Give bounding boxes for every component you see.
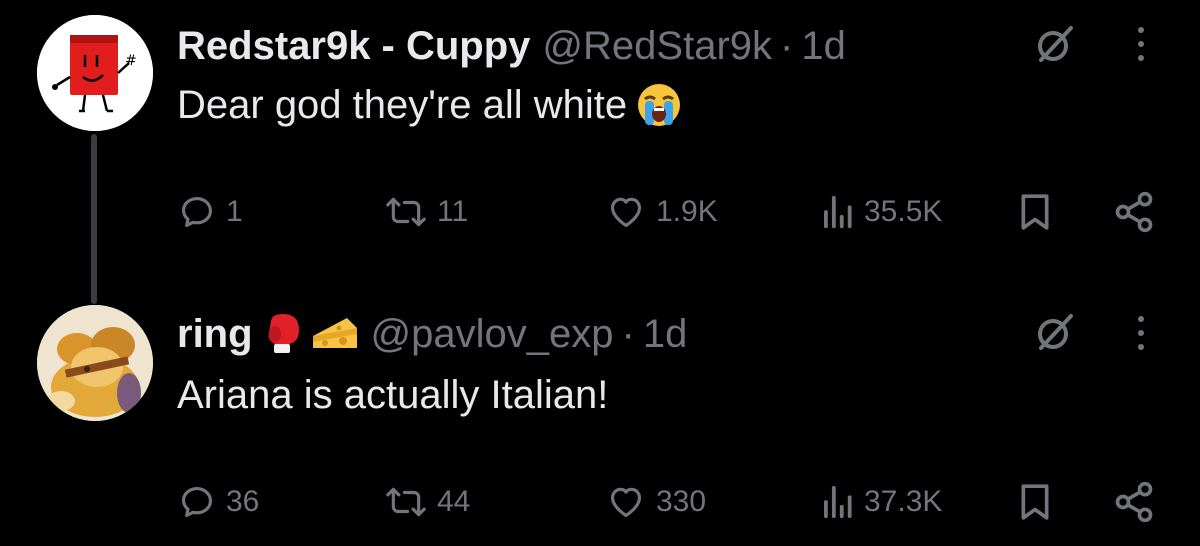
avatar[interactable] xyxy=(37,305,153,421)
bookmark-button[interactable] xyxy=(1018,182,1052,242)
bookmark-button[interactable] xyxy=(1018,472,1052,532)
grok-icon[interactable] xyxy=(1033,22,1077,66)
like-count: 1.9K xyxy=(656,195,718,228)
action-bar: 1 11 1.9K 35.5K xyxy=(0,182,1200,242)
views-button[interactable]: 37.3K xyxy=(820,472,942,532)
more-icon[interactable] xyxy=(1126,305,1156,361)
view-count: 35.5K xyxy=(864,195,943,228)
repost-count: 44 xyxy=(437,485,471,518)
display-name[interactable]: Redstar9k - Cuppy xyxy=(177,22,530,70)
views-button[interactable]: 35.5K xyxy=(820,182,942,242)
share-icon xyxy=(1115,191,1153,233)
reply-button[interactable]: 1 xyxy=(178,182,243,242)
reply-icon xyxy=(181,196,213,228)
like-count: 330 xyxy=(656,485,707,518)
views-icon xyxy=(824,195,852,229)
share-icon xyxy=(1115,481,1153,523)
separator-dot: · xyxy=(621,312,635,356)
avatar[interactable]: # xyxy=(37,15,153,131)
bookmark-icon xyxy=(1021,194,1049,230)
loudly-crying-face-icon xyxy=(635,81,683,129)
cheese-wedge-icon xyxy=(311,314,359,354)
repost-count: 11 xyxy=(437,195,469,228)
reply-icon xyxy=(181,486,213,518)
like-icon xyxy=(610,487,642,518)
reply-count: 36 xyxy=(226,485,260,518)
display-name[interactable]: ring xyxy=(177,310,253,358)
tweet-text: Dear god they're all white xyxy=(177,80,683,130)
tweet-text-content: Dear god they're all white xyxy=(177,83,628,127)
share-button[interactable] xyxy=(1112,472,1156,532)
like-button[interactable]: 1.9K xyxy=(606,182,718,242)
handle[interactable]: @RedStar9k xyxy=(542,22,772,70)
more-icon[interactable] xyxy=(1126,16,1156,72)
svg-text:#: # xyxy=(125,53,137,69)
reply-button[interactable]: 36 xyxy=(178,472,259,532)
reply-count: 1 xyxy=(226,195,243,228)
separator-dot: · xyxy=(780,24,794,68)
tweet-text-content: Ariana is actually Italian! xyxy=(177,373,609,417)
tweet-text: Ariana is actually Italian! xyxy=(177,370,608,420)
bookmark-icon xyxy=(1021,484,1049,520)
like-icon xyxy=(610,197,642,228)
repost-button[interactable]: 11 xyxy=(385,182,468,242)
repost-icon xyxy=(386,197,426,227)
views-icon xyxy=(824,485,852,519)
share-button[interactable] xyxy=(1112,182,1156,242)
handle[interactable]: @pavlov_exp xyxy=(371,310,614,358)
timestamp[interactable]: 1d xyxy=(643,310,688,358)
like-button[interactable]: 330 xyxy=(606,472,706,532)
repost-icon xyxy=(386,487,426,517)
boxing-glove-icon xyxy=(261,312,303,356)
grok-icon[interactable] xyxy=(1033,310,1077,354)
tweet[interactable]: ring @pavlov_exp · 1d Ariana is actually… xyxy=(0,300,1200,546)
view-count: 37.3K xyxy=(864,485,943,518)
timestamp[interactable]: 1d xyxy=(801,22,846,70)
tweet-header: Redstar9k - Cuppy @RedStar9k · 1d xyxy=(177,22,846,70)
repost-button[interactable]: 44 xyxy=(385,472,470,532)
action-bar: 36 44 330 37.3K xyxy=(0,472,1200,532)
tweet[interactable]: # Redstar9k - Cuppy @RedStar9k · 1d Dear… xyxy=(0,0,1200,304)
tweet-header: ring @pavlov_exp · 1d xyxy=(177,310,687,358)
